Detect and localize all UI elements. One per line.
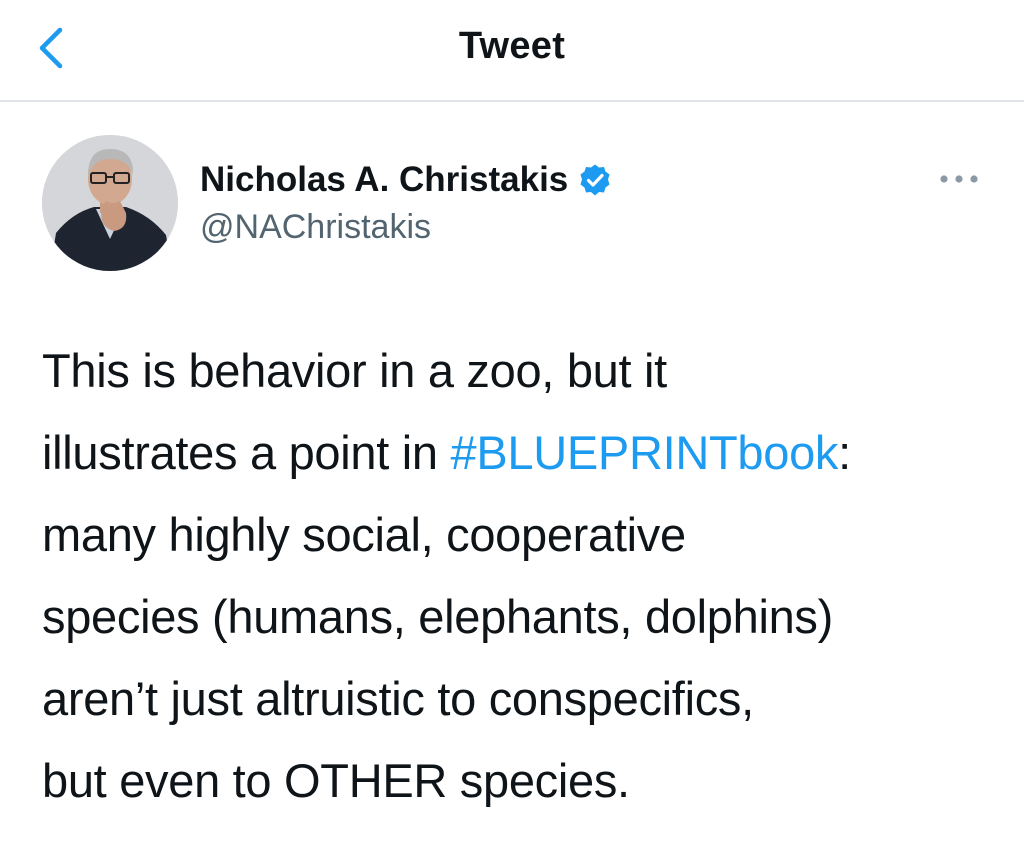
avatar[interactable]	[42, 135, 178, 271]
tweet-line: This is behavior in a zoo, but it	[42, 344, 667, 397]
tweet-line: many highly social, cooperative	[42, 508, 686, 561]
tweet-body: This is behavior in a zoo, but it illust…	[42, 330, 1002, 822]
tweet-line-text: :	[838, 426, 851, 479]
tweet-line: species (humans, elephants, dolphins)	[42, 590, 833, 643]
tweet-line-text: illustrates a point in	[42, 426, 451, 479]
page-title: Tweet	[458, 25, 566, 67]
more-horizontal-icon	[940, 175, 978, 183]
author-name-text: Nicholas A. Christakis	[200, 160, 569, 199]
verified-badge-icon	[578, 163, 612, 197]
avatar-photo	[42, 135, 178, 271]
tweet-line: aren’t just altruistic to conspecifics,	[42, 672, 754, 725]
hashtag-link[interactable]: #BLUEPRINTbook	[450, 426, 838, 479]
tweet-line: but even to OTHER species.	[42, 754, 630, 807]
author-name[interactable]: Nicholas A. Christakis	[200, 158, 612, 202]
more-options-button[interactable]	[934, 164, 984, 194]
top-bar: Tweet	[0, 0, 1024, 102]
author-handle[interactable]: @NAChristakis	[200, 205, 431, 249]
tweet-line: illustrates a point in #BLUEPRINTbook:	[42, 412, 1002, 494]
